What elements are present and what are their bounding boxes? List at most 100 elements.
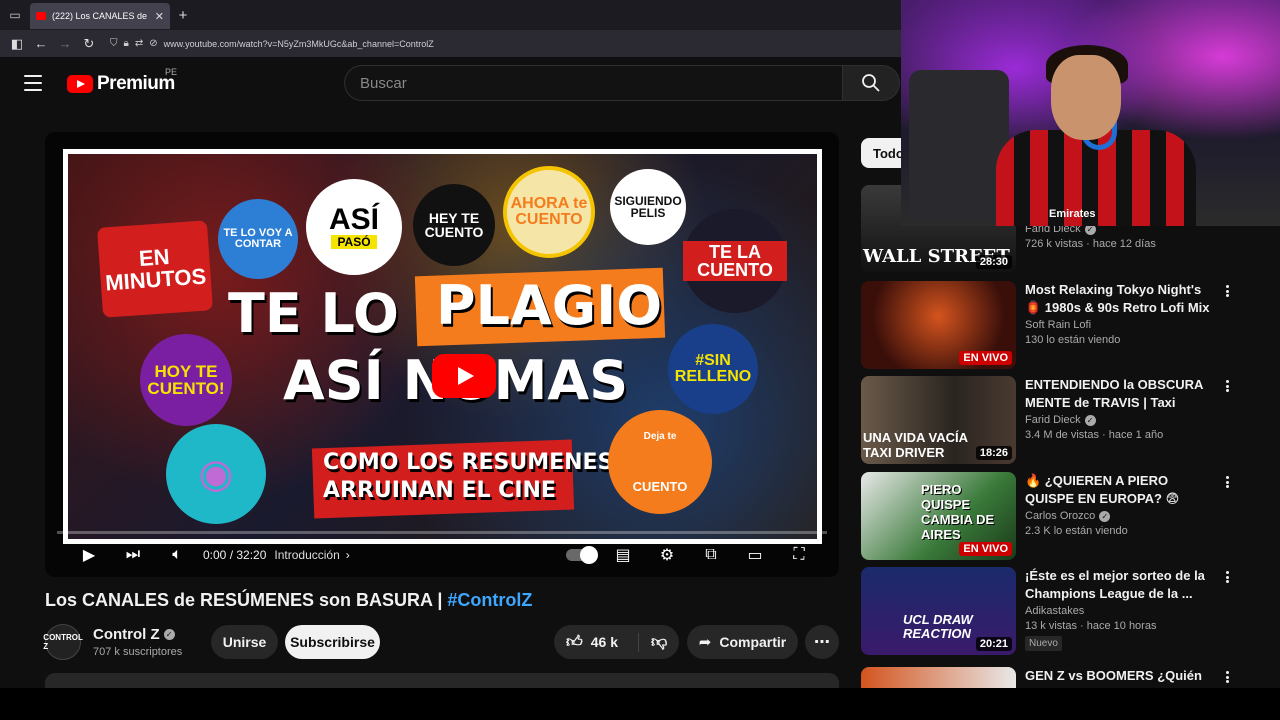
rec-title[interactable]: ¡Éste es el mejor sorteo de la Champions… xyxy=(1025,567,1215,603)
big-play-button[interactable] xyxy=(432,354,496,398)
rec-title[interactable]: ENTENDIENDO la OBSCURA MENTE de TRAVIS |… xyxy=(1025,376,1215,412)
sidebar-toggle-icon[interactable]: ◧ xyxy=(6,33,28,55)
thumb-sin-relleno: #SIN RELLENO xyxy=(668,324,758,414)
rec-channel[interactable]: Farid Dieck xyxy=(1025,414,1081,426)
player-right-controls: ▤ ⚙ ⧉ ▭ ⛶ xyxy=(561,540,821,570)
gaming-chair xyxy=(909,70,1009,220)
rec-thumbnail[interactable] xyxy=(861,667,1016,688)
new-tab-button[interactable]: + xyxy=(170,2,196,28)
autoplay-toggle[interactable] xyxy=(561,540,601,570)
logo-word: Premium xyxy=(97,73,175,94)
youtube-premium-logo[interactable]: Premium PE xyxy=(67,67,177,95)
recommended-video[interactable]: UNA VIDA VACÍA TAXI DRIVER 18:26 ENTENDI… xyxy=(861,376,1241,466)
theater-mode-icon[interactable]: ▭ xyxy=(733,540,777,570)
owner-row: CONTROL Z Control Z ✓ 707 k suscriptores … xyxy=(43,624,839,660)
thumb-como-los: COMO LOS RESUMENES xyxy=(323,450,614,475)
share-button[interactable]: ➦ Compartir xyxy=(687,625,798,659)
browser-tab-active[interactable]: (222) Los CANALES de RESÚMEN ✕ xyxy=(30,3,170,29)
join-button[interactable]: Unirse xyxy=(211,625,278,659)
rec-thumbnail[interactable]: UCL DRAW REACTION 20:21 xyxy=(861,567,1016,655)
hamburger-menu-icon[interactable] xyxy=(22,73,44,93)
rec-title[interactable]: GEN Z vs BOOMERS ¿Quién xyxy=(1025,667,1215,685)
live-badge: EN VIVO xyxy=(959,542,1012,556)
search-input[interactable]: Buscar xyxy=(344,65,842,101)
hashtag-link[interactable]: #ControlZ xyxy=(447,590,532,610)
subtitles-icon[interactable]: ▤ xyxy=(601,540,645,570)
live-badge: EN VIVO xyxy=(959,351,1012,365)
more-horizontal-icon: ⋯ xyxy=(814,634,830,651)
rec-stats: 13 k vistas · hace 10 horas xyxy=(1025,620,1157,632)
more-vert-icon[interactable] xyxy=(1221,378,1233,394)
thumb-asi-paso: ASÍ PASÓ xyxy=(306,179,402,275)
settings-gear-icon[interactable]: ⚙ xyxy=(645,540,689,570)
thumb-te-la-cuento: TE LA CUENTO xyxy=(683,209,787,313)
channel-name[interactable]: Control Z xyxy=(93,626,160,643)
more-actions-button[interactable]: ⋯ xyxy=(805,625,839,659)
video-player[interactable]: EN MINUTOS TE LO VOY A CONTAR ASÍ PASÓ H… xyxy=(45,132,839,577)
tab-list-icon[interactable]: ▭ xyxy=(0,0,30,30)
subscriber-count: 707 k suscriptores xyxy=(93,646,183,658)
thumb-ahora-te-cuento: AHORA te CUENTO xyxy=(503,166,595,258)
subscribe-button[interactable]: Subscribirse xyxy=(285,625,380,659)
more-vert-icon[interactable] xyxy=(1221,283,1233,299)
rec-channel[interactable]: Carlos Orozco xyxy=(1025,510,1095,522)
channel-avatar[interactable]: CONTROL Z xyxy=(43,624,83,660)
rec-title[interactable]: Most Relaxing Tokyo Night's 🏮 1980s & 90… xyxy=(1025,281,1215,317)
thumbs-up-icon: 👍︎ xyxy=(566,633,583,651)
recommended-video[interactable]: EN VIVO Most Relaxing Tokyo Night's 🏮 19… xyxy=(861,281,1241,371)
chapter-chevron-icon[interactable]: › xyxy=(346,548,350,562)
video-thumbnail[interactable]: EN MINUTOS TE LO VOY A CONTAR ASÍ PASÓ H… xyxy=(63,149,822,544)
shield-icon[interactable]: ⛉ xyxy=(110,38,118,49)
autoplay-blocked-icon[interactable]: ⊘ xyxy=(149,38,157,49)
back-icon[interactable]: ← xyxy=(30,33,52,55)
fullscreen-icon[interactable]: ⛶ xyxy=(777,540,821,570)
rec-thumbnail[interactable]: EN VIVO xyxy=(861,281,1016,369)
more-vert-icon[interactable] xyxy=(1221,669,1233,685)
recommended-video[interactable]: UCL DRAW REACTION 20:21 ¡Éste es el mejo… xyxy=(861,567,1241,657)
thumb-siguiendo-pelis: SIGUIENDO PELIS xyxy=(610,169,686,245)
next-icon[interactable]: ⏭ xyxy=(111,540,155,570)
like-count: 46 k xyxy=(590,634,618,650)
lock-icon[interactable]: 🔒︎ xyxy=(124,38,129,49)
rec-stats: 130 lo están viendo xyxy=(1025,334,1121,346)
more-vert-icon[interactable] xyxy=(1221,569,1233,585)
progress-bar[interactable] xyxy=(57,531,827,534)
permissions-icon[interactable]: ⇄ xyxy=(135,38,143,49)
rec-thumbnail[interactable]: UNA VIDA VACÍA TAXI DRIVER 18:26 xyxy=(861,376,1016,464)
thumbs-down-icon: 👎︎ xyxy=(651,633,668,651)
reload-icon[interactable]: ↻ xyxy=(78,33,100,55)
recommended-video[interactable]: GEN Z vs BOOMERS ¿Quién xyxy=(861,667,1241,688)
url-text[interactable]: www.youtube.com/watch?v=N5yZm3MkUGc&ab_c… xyxy=(164,39,434,49)
thumb-plagio: PLAGIO xyxy=(436,274,663,337)
thumb-brain-logo: ◉ xyxy=(166,424,266,524)
thumb-hey-te-cuento: HEY TE CUENTO xyxy=(413,184,495,266)
rec-title[interactable]: 🔥 ¿QUIEREN A PIERO QUISPE EN EUROPA? 😨 A… xyxy=(1025,472,1215,508)
search-bar: Buscar xyxy=(344,65,900,101)
bottom-black-bar xyxy=(0,688,1280,720)
search-icon xyxy=(862,74,880,92)
rec-thumbnail[interactable]: PIERO QUISPE CAMBIA DE AIRES EN VIVO xyxy=(861,472,1016,560)
volume-icon[interactable]: 🔈︎ xyxy=(155,540,199,570)
like-button[interactable]: 👍︎ 46 k xyxy=(554,632,639,652)
more-vert-icon[interactable] xyxy=(1221,474,1233,490)
play-icon[interactable]: ▶ xyxy=(67,540,111,570)
miniplayer-icon[interactable]: ⧉ xyxy=(689,540,733,570)
thumb-arruinan: ARRUINAN EL CINE xyxy=(323,478,556,503)
rec-channel[interactable]: Soft Rain Lofi xyxy=(1025,319,1091,331)
rec-stats: 726 k vistas · hace 12 días xyxy=(1025,238,1156,250)
thumb-te-lo-voy: TE LO VOY A CONTAR xyxy=(218,199,298,279)
video-title: Los CANALES de RESÚMENES son BASURA | #C… xyxy=(45,590,533,610)
tab-title: (222) Los CANALES de RESÚMEN xyxy=(52,11,149,21)
close-tab-icon[interactable]: ✕ xyxy=(155,10,164,23)
search-button[interactable] xyxy=(842,65,900,101)
youtube-favicon-icon xyxy=(36,12,46,20)
rec-thumb-text: UNA VIDA VACÍA TAXI DRIVER xyxy=(863,430,968,460)
chapter-title[interactable]: Introducción xyxy=(274,548,339,562)
forward-icon[interactable]: → xyxy=(54,33,76,55)
recommended-video[interactable]: PIERO QUISPE CAMBIA DE AIRES EN VIVO 🔥 ¿… xyxy=(861,472,1241,562)
webcam-overlay: Emirates xyxy=(901,0,1280,226)
dislike-button[interactable]: 👎︎ xyxy=(639,633,667,652)
verified-icon: ✓ xyxy=(163,629,175,640)
address-bar[interactable]: ⛉ 🔒︎ ⇄ ⊘ www.youtube.com/watch?v=N5yZm3M… xyxy=(110,38,434,49)
rec-channel[interactable]: Adikastakes xyxy=(1025,605,1084,617)
